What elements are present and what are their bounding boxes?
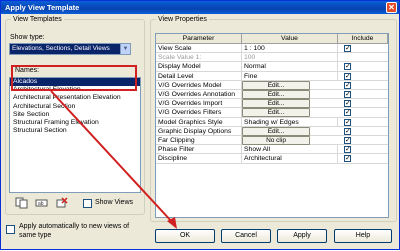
- include-checkbox[interactable]: ✓: [344, 45, 351, 52]
- property-row: Graphic Display Options Edit... ✓: [156, 126, 388, 136]
- apply-automatically-label-line2: same type: [19, 232, 52, 239]
- property-row: V/G Overrides Import Edit... ✓: [156, 99, 388, 109]
- property-parameter: V/G Overrides Import: [156, 99, 242, 109]
- delete-icon[interactable]: [55, 197, 69, 209]
- property-edit-button[interactable]: Edit...: [242, 80, 310, 90]
- help-button[interactable]: Help: [334, 229, 392, 243]
- property-value[interactable]: Shading w/ Edges: [242, 117, 338, 127]
- property-parameter: Discipline: [156, 154, 242, 164]
- property-value[interactable]: Normal: [242, 62, 338, 72]
- property-parameter: Graphic Display Options: [156, 126, 242, 136]
- property-row: View Scale 1 : 100 ✓: [156, 44, 388, 54]
- header-include[interactable]: Include: [338, 34, 388, 44]
- names-list[interactable]: Alcados Architectural Elevation Architectu…: [9, 77, 141, 193]
- property-edit-button[interactable]: Edit...: [242, 90, 310, 99]
- property-row: Discipline Architectural ✓: [156, 154, 388, 164]
- property-parameter: Far Clipping: [156, 136, 242, 145]
- property-edit-button[interactable]: Edit...: [242, 126, 310, 136]
- property-row: V/G Overrides Annotation Edit... ✓: [156, 90, 388, 100]
- property-parameter: Phase Filter: [156, 145, 242, 155]
- names-list-item[interactable]: Structural Section: [10, 127, 140, 135]
- names-list-item[interactable]: Architectural Elevation: [10, 86, 140, 94]
- ok-button[interactable]: OK: [155, 229, 215, 243]
- apply-automatically-label-line1: Apply automatically to new views of: [19, 223, 130, 230]
- chevron-down-icon[interactable]: ▼: [120, 44, 130, 54]
- property-row: Model Graphics Style Shading w/ Edges ✓: [156, 117, 388, 127]
- property-parameter: Detail Level: [156, 71, 242, 81]
- include-checkbox[interactable]: ✓: [344, 146, 351, 154]
- include-checkbox[interactable]: ✓: [344, 127, 351, 135]
- property-value[interactable]: Show All: [242, 145, 338, 155]
- property-parameter: Display Model: [156, 62, 242, 72]
- names-list-item[interactable]: Architectural Presentation Elevation: [10, 94, 140, 102]
- property-edit-button[interactable]: Edit...: [242, 108, 310, 118]
- apply-automatically-checkbox[interactable]: [6, 225, 15, 234]
- close-button[interactable]: ✕: [386, 2, 397, 13]
- include-checkbox[interactable]: ✓: [344, 63, 351, 71]
- show-views-label: Show Views: [95, 199, 134, 206]
- property-edit-button[interactable]: No clip: [242, 136, 310, 145]
- duplicate-icon[interactable]: [15, 197, 29, 209]
- names-list-item[interactable]: Architectural Section: [10, 103, 140, 111]
- header-value[interactable]: Value: [242, 34, 338, 44]
- property-parameter: Scale Value 1:: [156, 53, 242, 63]
- show-type-value: Elevations, Sections, Detail Views: [12, 45, 110, 52]
- names-list-item[interactable]: Structural Framing Elevation: [10, 119, 140, 127]
- cancel-button[interactable]: Cancel: [221, 229, 271, 243]
- names-list-item[interactable]: Alcados: [10, 78, 140, 87]
- property-value[interactable]: 1 : 100: [242, 44, 338, 53]
- include-checkbox[interactable]: ✓: [344, 72, 351, 80]
- property-parameter: V/G Overrides Filters: [156, 108, 242, 118]
- view-templates-legend: View Templates: [13, 16, 62, 23]
- include-checkbox[interactable]: ✓: [344, 81, 351, 89]
- property-row: Display Model Normal ✓: [156, 62, 388, 72]
- apply-view-template-dialog: Apply View Template ✕ View Templates Sho…: [0, 0, 400, 250]
- include-checkbox[interactable]: ✓: [344, 109, 351, 117]
- view-properties-legend: View Properties: [158, 16, 207, 23]
- title-bar: Apply View Template ✕: [1, 1, 399, 14]
- include-checkbox[interactable]: ✓: [344, 91, 351, 98]
- header-parameter[interactable]: Parameter: [156, 34, 242, 44]
- include-checkbox[interactable]: ✓: [344, 100, 351, 108]
- property-edit-button[interactable]: Edit...: [242, 99, 310, 109]
- include-checkbox[interactable]: ✓: [344, 137, 351, 144]
- property-value[interactable]: Fine: [242, 71, 338, 81]
- names-list-item[interactable]: Site Section: [10, 111, 140, 119]
- property-value: 100: [242, 53, 338, 63]
- names-label: Names:: [15, 67, 40, 74]
- property-row: Far Clipping No clip ✓: [156, 136, 388, 146]
- svg-text:ab: ab: [38, 201, 44, 207]
- view-properties-table: Parameter Value Include View Scale 1 : 10…: [155, 33, 389, 218]
- show-type-label: Show type:: [10, 34, 45, 41]
- include-checkbox[interactable]: ✓: [344, 118, 351, 126]
- property-row: V/G Overrides Model Edit... ✓: [156, 80, 388, 90]
- window-title: Apply View Template: [5, 3, 80, 12]
- show-type-dropdown[interactable]: Elevations, Sections, Detail Views ▼: [9, 43, 131, 55]
- rename-icon[interactable]: ab: [35, 197, 49, 209]
- property-parameter: View Scale: [156, 44, 242, 53]
- property-parameter: V/G Overrides Annotation: [156, 90, 242, 99]
- property-row: Detail Level Fine ✓: [156, 71, 388, 81]
- property-row: V/G Overrides Filters Edit... ✓: [156, 108, 388, 118]
- apply-button[interactable]: Apply: [277, 229, 327, 243]
- property-parameter: V/G Overrides Model: [156, 80, 242, 90]
- property-value[interactable]: Architectural: [242, 154, 338, 164]
- property-row: Scale Value 1: 100: [156, 53, 388, 63]
- show-views-checkbox[interactable]: [83, 199, 92, 208]
- include-checkbox[interactable]: ✓: [344, 155, 351, 163]
- property-parameter: Model Graphics Style: [156, 117, 242, 127]
- property-row: Phase Filter Show All ✓: [156, 145, 388, 155]
